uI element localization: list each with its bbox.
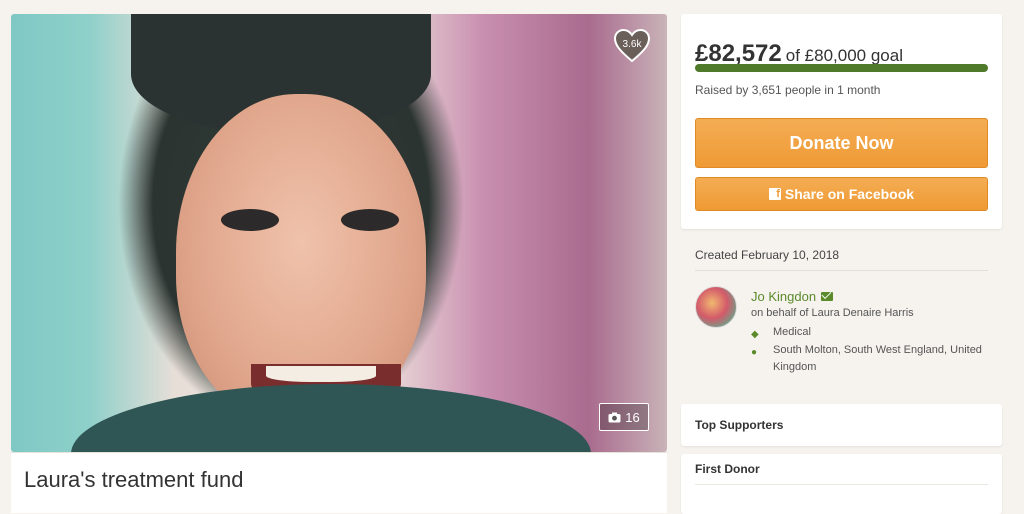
location-row: ● South Molton, South West England, Unit…	[751, 342, 991, 376]
camera-icon	[608, 412, 621, 422]
share-facebook-button[interactable]: f Share on Facebook	[695, 177, 988, 211]
top-supporters-section: Top Supporters	[681, 404, 1002, 446]
organizer-avatar[interactable]	[695, 286, 737, 328]
organizer-name: Jo Kingdon	[751, 289, 817, 304]
photo-count: 16	[625, 409, 640, 425]
photo-eye-left	[221, 209, 279, 231]
map-pin-icon: ●	[751, 347, 758, 358]
photo-teeth	[266, 366, 376, 382]
progress-bar	[695, 64, 988, 72]
like-heart-button[interactable]: 3.6k	[614, 29, 650, 63]
goal-text: of £80,000 goal	[785, 46, 903, 65]
location-label: South Molton, South West England, United…	[773, 344, 982, 373]
photo-gallery-button[interactable]: 16	[599, 403, 649, 431]
photo-eye-right	[341, 209, 399, 231]
category-label: Medical	[773, 326, 811, 338]
created-date: Created February 10, 2018	[695, 248, 840, 262]
campaign-photo[interactable]	[11, 14, 667, 452]
donate-now-button[interactable]: Donate Now	[695, 118, 988, 168]
first-donor-section: First Donor	[681, 454, 1002, 514]
mail-icon[interactable]	[821, 292, 834, 301]
organizer-link[interactable]: Jo Kingdon	[751, 289, 834, 304]
amount-raised: £82,572	[695, 40, 782, 67]
category-row[interactable]: ◆ Medical	[751, 324, 811, 341]
raised-summary: Raised by 3,651 people in 1 month	[695, 83, 881, 97]
campaign-title: Laura's treatment fund	[24, 467, 244, 492]
like-count: 3.6k	[622, 39, 642, 50]
tag-icon: ◆	[751, 329, 759, 340]
facebook-icon: f	[768, 188, 781, 200]
donation-card: £82,572 of £80,000 goal Raised by 3,651 p…	[681, 14, 1002, 229]
share-facebook-label: Share on Facebook	[784, 186, 915, 202]
first-donor-heading: First Donor	[695, 462, 760, 476]
beneficiary: on behalf of Laura Denaire Harris	[751, 307, 914, 319]
divider	[695, 484, 988, 485]
divider	[695, 270, 988, 271]
top-supporters-heading: Top Supporters	[695, 418, 784, 432]
photo-shoulder	[71, 384, 591, 452]
